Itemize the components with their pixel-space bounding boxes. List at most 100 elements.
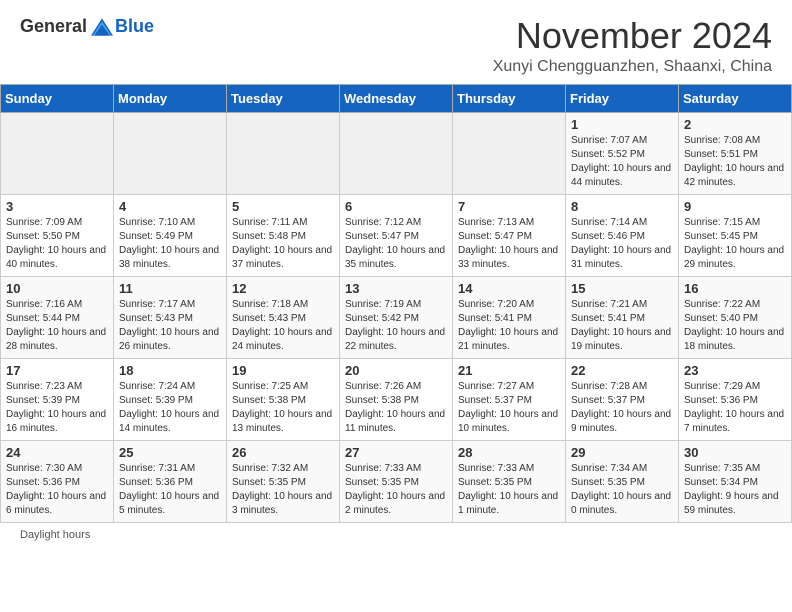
daylight-label: Daylight hours (20, 529, 90, 541)
calendar-cell-1-3: 6 Sunrise: 7:12 AMSunset: 5:47 PMDaylight… (340, 194, 453, 276)
day-number: 24 (6, 445, 108, 460)
calendar-cell-4-2: 26 Sunrise: 7:32 AMSunset: 5:35 PMDayligh… (227, 440, 340, 522)
calendar-cell-3-1: 18Sunrise: 7:24 AMSunset: 5:39 PMDayligh… (114, 358, 227, 440)
header-wednesday: Wednesday (340, 84, 453, 112)
calendar-cell-0-1 (114, 112, 227, 194)
day-number: 17 (6, 363, 108, 378)
day-number: 16 (684, 281, 786, 296)
day-info: Sunrise: 7:18 AMSunset: 5:43 PMDaylight:… (232, 298, 334, 354)
day-info: Sunrise: 7:12 AMSunset: 5:47 PMDaylight:… (345, 216, 447, 272)
calendar-footer: Daylight hours (0, 523, 792, 547)
day-info: Sunrise: 7:26 AMSunset: 5:38 PMDaylight:… (345, 380, 447, 436)
day-info: Sunrise: 7:15 AMSunset: 5:45 PMDaylight:… (684, 216, 786, 272)
calendar-cell-3-2: 19 Sunrise: 7:25 AMSunset: 5:38 PMDayligh… (227, 358, 340, 440)
logo-icon (91, 18, 113, 36)
week-row-3: 10Sunrise: 7:16 AMSunset: 5:44 PMDayligh… (1, 276, 792, 358)
day-number: 10 (6, 281, 108, 296)
day-info: Sunrise: 7:08 AMSunset: 5:51 PMDaylight:… (684, 134, 786, 190)
day-info: Sunrise: 7:29 AMSunset: 5:36 PMDaylight:… (684, 380, 786, 436)
day-number: 30 (684, 445, 786, 460)
day-number: 8 (571, 199, 673, 214)
calendar-cell-1-0: 3 Sunrise: 7:09 AMSunset: 5:50 PMDaylight… (1, 194, 114, 276)
day-info: Sunrise: 7:28 AMSunset: 5:37 PMDaylight:… (571, 380, 673, 436)
day-info: Sunrise: 7:31 AMSunset: 5:36 PMDaylight:… (119, 462, 221, 518)
header-saturday: Saturday (679, 84, 792, 112)
day-number: 13 (345, 281, 447, 296)
day-info: Sunrise: 7:35 AMSunset: 5:34 PMDaylight:… (684, 462, 786, 518)
calendar-cell-2-3: 13 Sunrise: 7:19 AMSunset: 5:42 PMDayligh… (340, 276, 453, 358)
day-info: Sunrise: 7:13 AMSunset: 5:47 PMDaylight:… (458, 216, 560, 272)
calendar-cell-0-2 (227, 112, 340, 194)
day-info: Sunrise: 7:33 AMSunset: 5:35 PMDaylight:… (345, 462, 447, 518)
calendar-cell-2-1: 11 Sunrise: 7:17 AMSunset: 5:43 PMDayligh… (114, 276, 227, 358)
day-number: 22 (571, 363, 673, 378)
day-number: 6 (345, 199, 447, 214)
calendar-cell-2-4: 14Sunrise: 7:20 AMSunset: 5:41 PMDayligh… (453, 276, 566, 358)
calendar-cell-2-2: 12 Sunrise: 7:18 AMSunset: 5:43 PMDayligh… (227, 276, 340, 358)
calendar-cell-3-0: 17 Sunrise: 7:23 AMSunset: 5:39 PMDayligh… (1, 358, 114, 440)
day-info: Sunrise: 7:07 AMSunset: 5:52 PMDaylight:… (571, 134, 673, 190)
day-info: Sunrise: 7:27 AMSunset: 5:37 PMDaylight:… (458, 380, 560, 436)
day-info: Sunrise: 7:25 AMSunset: 5:38 PMDaylight:… (232, 380, 334, 436)
day-number: 12 (232, 281, 334, 296)
week-row-2: 3 Sunrise: 7:09 AMSunset: 5:50 PMDaylight… (1, 194, 792, 276)
calendar-cell-2-6: 16 Sunrise: 7:22 AMSunset: 5:40 PMDayligh… (679, 276, 792, 358)
calendar-cell-4-4: 28Sunrise: 7:33 AMSunset: 5:35 PMDayligh… (453, 440, 566, 522)
day-info: Sunrise: 7:19 AMSunset: 5:42 PMDaylight:… (345, 298, 447, 354)
page-header: General Blue November 2024 Xunyi Chenggu… (0, 0, 792, 84)
day-info: Sunrise: 7:22 AMSunset: 5:40 PMDaylight:… (684, 298, 786, 354)
header-tuesday: Tuesday (227, 84, 340, 112)
day-number: 5 (232, 199, 334, 214)
header-sunday: Sunday (1, 84, 114, 112)
day-info: Sunrise: 7:23 AMSunset: 5:39 PMDaylight:… (6, 380, 108, 436)
calendar-cell-3-3: 20Sunrise: 7:26 AMSunset: 5:38 PMDayligh… (340, 358, 453, 440)
header-monday: Monday (114, 84, 227, 112)
week-row-4: 17 Sunrise: 7:23 AMSunset: 5:39 PMDayligh… (1, 358, 792, 440)
day-info: Sunrise: 7:24 AMSunset: 5:39 PMDaylight:… (119, 380, 221, 436)
calendar-cell-1-5: 8 Sunrise: 7:14 AMSunset: 5:46 PMDaylight… (566, 194, 679, 276)
day-number: 19 (232, 363, 334, 378)
calendar-cell-4-5: 29 Sunrise: 7:34 AMSunset: 5:35 PMDayligh… (566, 440, 679, 522)
day-number: 2 (684, 117, 786, 132)
calendar-cell-3-5: 22 Sunrise: 7:28 AMSunset: 5:37 PMDayligh… (566, 358, 679, 440)
day-info: Sunrise: 7:14 AMSunset: 5:46 PMDaylight:… (571, 216, 673, 272)
calendar-cell-3-4: 21Sunrise: 7:27 AMSunset: 5:37 PMDayligh… (453, 358, 566, 440)
day-info: Sunrise: 7:09 AMSunset: 5:50 PMDaylight:… (6, 216, 108, 272)
calendar-cell-1-4: 7Sunrise: 7:13 AMSunset: 5:47 PMDaylight… (453, 194, 566, 276)
location: Xunyi Chengguanzhen, Shaanxi, China (493, 58, 772, 76)
month-title: November 2024 (493, 16, 772, 56)
day-number: 15 (571, 281, 673, 296)
header-friday: Friday (566, 84, 679, 112)
calendar-cell-1-6: 9 Sunrise: 7:15 AMSunset: 5:45 PMDaylight… (679, 194, 792, 276)
day-number: 26 (232, 445, 334, 460)
logo-general: General (20, 16, 87, 37)
calendar-cell-2-0: 10Sunrise: 7:16 AMSunset: 5:44 PMDayligh… (1, 276, 114, 358)
calendar-header-row: SundayMondayTuesdayWednesdayThursdayFrid… (1, 84, 792, 112)
calendar-table: SundayMondayTuesdayWednesdayThursdayFrid… (0, 84, 792, 523)
day-number: 1 (571, 117, 673, 132)
day-info: Sunrise: 7:17 AMSunset: 5:43 PMDaylight:… (119, 298, 221, 354)
day-number: 29 (571, 445, 673, 460)
title-area: November 2024 Xunyi Chengguanzhen, Shaan… (493, 16, 772, 76)
calendar-cell-4-6: 30 Sunrise: 7:35 AMSunset: 5:34 PMDayligh… (679, 440, 792, 522)
day-info: Sunrise: 7:34 AMSunset: 5:35 PMDaylight:… (571, 462, 673, 518)
calendar-cell-0-4 (453, 112, 566, 194)
calendar-cell-0-6: 2 Sunrise: 7:08 AMSunset: 5:51 PMDaylight… (679, 112, 792, 194)
day-info: Sunrise: 7:32 AMSunset: 5:35 PMDaylight:… (232, 462, 334, 518)
week-row-1: 1 Sunrise: 7:07 AMSunset: 5:52 PMDaylight… (1, 112, 792, 194)
day-number: 3 (6, 199, 108, 214)
day-number: 9 (684, 199, 786, 214)
calendar-cell-4-0: 24Sunrise: 7:30 AMSunset: 5:36 PMDayligh… (1, 440, 114, 522)
calendar-cell-4-3: 27Sunrise: 7:33 AMSunset: 5:35 PMDayligh… (340, 440, 453, 522)
logo-area: General Blue (20, 16, 154, 37)
calendar-cell-2-5: 15 Sunrise: 7:21 AMSunset: 5:41 PMDayligh… (566, 276, 679, 358)
calendar-cell-1-1: 4Sunrise: 7:10 AMSunset: 5:49 PMDaylight… (114, 194, 227, 276)
calendar-cell-0-3 (340, 112, 453, 194)
logo-blue: Blue (115, 16, 154, 37)
day-number: 11 (119, 281, 221, 296)
day-number: 23 (684, 363, 786, 378)
day-number: 28 (458, 445, 560, 460)
week-row-5: 24Sunrise: 7:30 AMSunset: 5:36 PMDayligh… (1, 440, 792, 522)
day-info: Sunrise: 7:21 AMSunset: 5:41 PMDaylight:… (571, 298, 673, 354)
day-number: 4 (119, 199, 221, 214)
